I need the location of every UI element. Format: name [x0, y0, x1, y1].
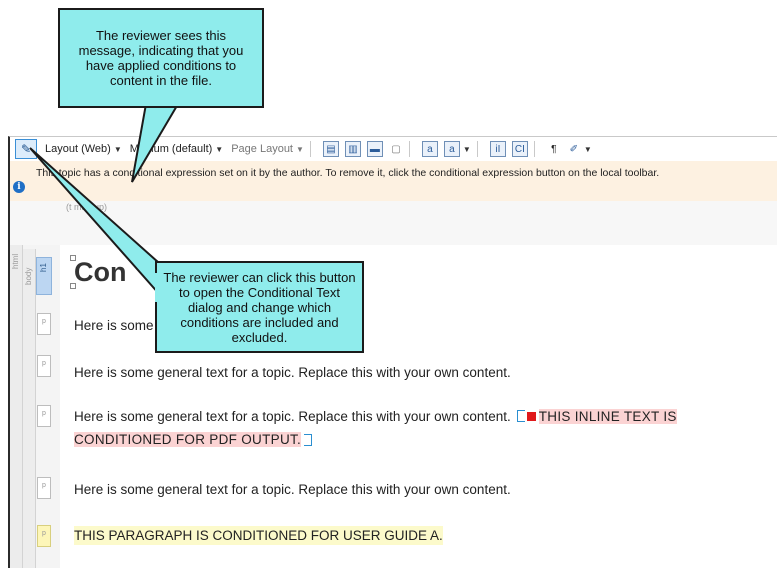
chevron-down-icon[interactable]: ▼ [463, 145, 471, 154]
highlighter-icon[interactable]: ✐ [567, 142, 581, 156]
condition-end-tag-icon[interactable] [304, 434, 313, 446]
chevron-down-icon[interactable]: ▼ [114, 145, 122, 154]
bottom-callout: The reviewer can click this button to op… [155, 261, 364, 353]
paragraph[interactable]: Here is some [74, 318, 154, 333]
xml-editor-window: ✎ Layout (Web) ▼ Medium (default) ▼ Page… [8, 136, 777, 568]
markup-note: (t markup) [66, 202, 108, 212]
markup-band [10, 201, 777, 245]
conditioned-paragraph-text: THIS PARAGRAPH IS CONDITIONED FOR USER G… [74, 526, 443, 545]
toolbar-separator [476, 141, 478, 157]
top-callout-seam [148, 101, 176, 105]
p-structure-block[interactable]: p [37, 313, 51, 335]
top-callout: The reviewer sees this message, indicati… [58, 8, 264, 108]
bottom-callout-text: The reviewer can click this button to op… [163, 269, 356, 345]
paragraph-mark-icon[interactable]: ¶ [547, 142, 561, 156]
p-structure-block[interactable]: p [37, 355, 51, 377]
html-structure-bar[interactable]: html [10, 245, 23, 568]
p-structure-block-conditioned[interactable]: p [37, 525, 51, 547]
p-structure-block[interactable]: p [37, 477, 51, 499]
paragraph-text: Here is some general text for a topic. R… [74, 409, 511, 424]
conditioned-paragraph[interactable]: THIS PARAGRAPH IS CONDITIONED FOR USER G… [74, 526, 443, 545]
top-callout-text: The reviewer sees this message, indicati… [78, 28, 244, 88]
structure-bars: html body h1 p p p p p [10, 245, 60, 568]
conditional-expression-button[interactable]: ✎ [15, 139, 37, 159]
topic-heading[interactable]: Con [74, 257, 126, 288]
toolbar-separator [533, 141, 535, 157]
h1-block-label: h1 [39, 263, 48, 272]
page-icon[interactable]: ▤ [322, 141, 339, 157]
c-block-icon[interactable]: CI [511, 141, 528, 157]
p-structure-block[interactable]: p [37, 405, 51, 427]
html-bar-label: html [11, 253, 20, 269]
condition-color-marker [526, 412, 536, 421]
medium-dropdown[interactable]: Medium (default) [130, 143, 213, 155]
font-icon[interactable]: a [443, 141, 460, 157]
chevron-down-icon[interactable]: ▼ [296, 145, 304, 154]
inline-conditioned-text[interactable]: CONDITIONED FOR PDF OUTPUT. [74, 432, 302, 447]
text-icon[interactable]: a [421, 141, 438, 157]
conditional-expression-icon: ✎ [20, 142, 32, 156]
inline-conditioned-text[interactable]: THIS INLINE TEXT IS [538, 409, 677, 424]
chevron-down-icon[interactable]: ▼ [584, 145, 592, 154]
body-structure-bar[interactable]: body [23, 249, 36, 568]
paragraph[interactable]: Here is some general text for a topic. R… [74, 482, 511, 497]
bottom-callout-seam [155, 273, 160, 302]
page-layout-dropdown[interactable]: Page Layout [231, 143, 293, 155]
toolbar-separator [309, 141, 311, 157]
conditional-info-bar: i This topic has a conditional expressio… [10, 161, 777, 201]
info-message: This topic has a conditional expression … [36, 167, 660, 179]
body-bar-label: body [24, 267, 33, 285]
page-compare-icon[interactable]: ▥ [344, 141, 361, 157]
paragraph-continuation[interactable]: CONDITIONED FOR PDF OUTPUT. [74, 432, 313, 447]
i-block-icon[interactable]: iI [489, 141, 506, 157]
disabled-page-icon: ▢ [391, 143, 401, 155]
layout-dropdown[interactable]: Layout (Web) [45, 143, 111, 155]
info-icon: i [13, 181, 25, 193]
frame-icon[interactable]: ▬ [366, 141, 383, 157]
chevron-down-icon[interactable]: ▼ [215, 145, 223, 154]
local-toolbar: ✎ Layout (Web) ▼ Medium (default) ▼ Page… [10, 137, 777, 161]
h1-structure-block[interactable]: h1 [36, 257, 52, 295]
condition-start-tag-icon[interactable] [516, 410, 525, 422]
paragraph-with-inline-condition[interactable]: Here is some general text for a topic. R… [74, 409, 677, 424]
paragraph[interactable]: Here is some general text for a topic. R… [74, 365, 511, 380]
toolbar-separator [408, 141, 410, 157]
